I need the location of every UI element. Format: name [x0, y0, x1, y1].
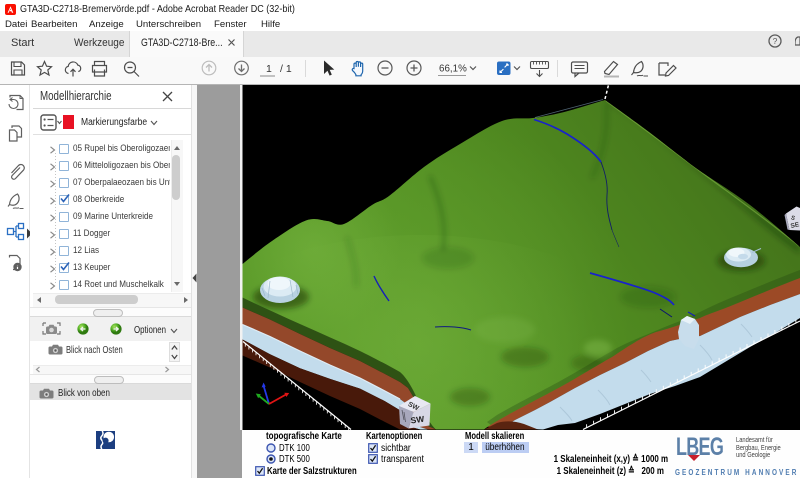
svg-text:SW: SW — [410, 414, 426, 426]
svg-text:?: ? — [773, 36, 778, 46]
svg-text:/ 1: / 1 — [280, 63, 292, 75]
svg-text:1: 1 — [266, 63, 272, 75]
svg-text:66,1%: 66,1% — [439, 64, 467, 75]
